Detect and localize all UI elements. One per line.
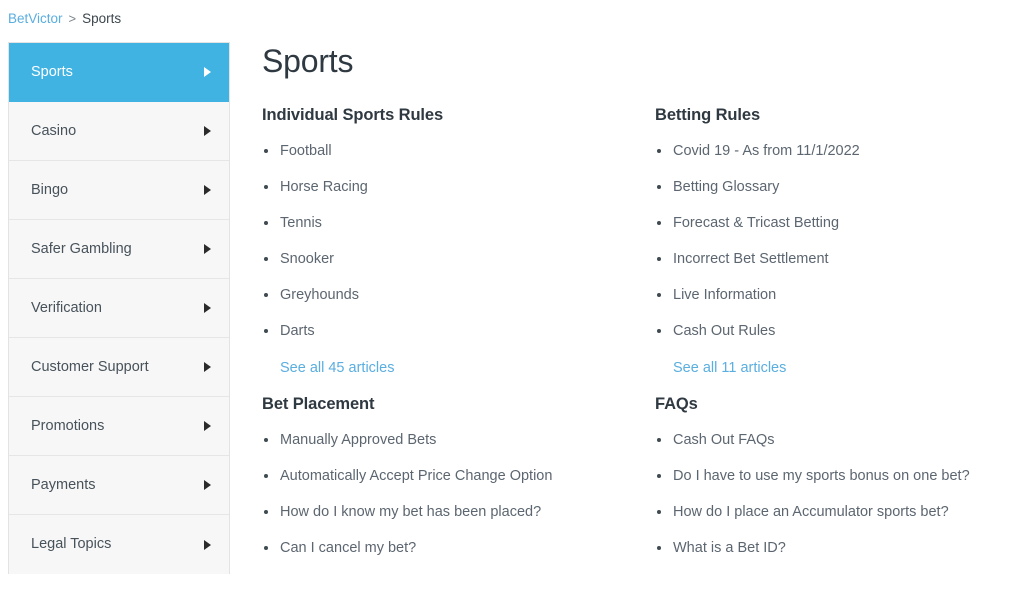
list-item: What is a Bet ID? xyxy=(655,540,1024,557)
list-item: Tennis xyxy=(262,215,631,232)
breadcrumb-separator: > xyxy=(68,11,77,26)
main-content: Sports Individual Sports Rules Football Ho… xyxy=(230,42,1024,592)
article-link[interactable]: Cash Out FAQs xyxy=(673,432,775,448)
sidebar-item-label: Bingo xyxy=(31,181,69,198)
category-section: Individual Sports Rules Football Horse Rac… xyxy=(262,104,631,393)
category-sidebar: Sports Casino Bingo Safer Gambling Verificat… xyxy=(8,42,230,574)
article-link[interactable]: Forecast & Tricast Betting xyxy=(673,215,839,231)
category-title: Betting Rules xyxy=(655,106,761,124)
article-list: Cash Out FAQs Do I have to use my sports … xyxy=(655,432,1024,557)
list-item: Cash Out Rules xyxy=(655,323,1024,340)
article-link[interactable]: How do I place an Accumulator sports bet… xyxy=(673,504,949,520)
article-link[interactable]: Live Information xyxy=(673,287,776,303)
sidebar-item-sports[interactable]: Sports xyxy=(9,43,229,102)
list-item: Snooker xyxy=(262,251,631,268)
article-link[interactable]: Snooker xyxy=(280,251,334,267)
caret-right-icon xyxy=(204,126,211,136)
list-item: Manually Approved Bets xyxy=(262,432,631,449)
sidebar-item-label: Payments xyxy=(31,476,96,493)
breadcrumb-current: Sports xyxy=(82,11,122,26)
article-link[interactable]: What is a Bet ID? xyxy=(673,540,786,556)
article-link[interactable]: Covid 19 - As from 11/1/2022 xyxy=(673,143,860,159)
sidebar-item-label: Promotions xyxy=(31,417,105,434)
list-item: How do I know my bet has been placed? xyxy=(262,504,631,521)
list-item: Darts xyxy=(262,323,631,340)
sidebar-item-casino[interactable]: Casino xyxy=(9,102,229,161)
article-link[interactable]: Football xyxy=(280,143,332,159)
list-item: Do I have to use my sports bonus on one … xyxy=(655,468,1024,485)
sidebar-item-label: Customer Support xyxy=(31,358,149,375)
article-list: Covid 19 - As from 11/1/2022 Betting Glos… xyxy=(655,143,1024,340)
sidebar-item-promotions[interactable]: Promotions xyxy=(9,397,229,456)
sidebar-item-label: Legal Topics xyxy=(31,536,112,553)
list-item: Cash Out FAQs xyxy=(655,432,1024,449)
caret-right-icon xyxy=(204,421,211,431)
list-item: Covid 19 - As from 11/1/2022 xyxy=(655,143,1024,160)
article-link[interactable]: Darts xyxy=(280,323,315,339)
article-link[interactable]: Manually Approved Bets xyxy=(280,432,436,448)
category-title: FAQs xyxy=(655,395,698,413)
article-link[interactable]: Greyhounds xyxy=(280,287,359,303)
sidebar-item-safer-gambling[interactable]: Safer Gambling xyxy=(9,220,229,279)
article-link[interactable]: Do I have to use my sports bonus on one … xyxy=(673,468,970,484)
caret-right-icon xyxy=(204,244,211,254)
article-link[interactable]: Automatically Accept Price Change Option xyxy=(280,468,552,484)
list-item: Live Information xyxy=(655,287,1024,304)
caret-right-icon xyxy=(204,303,211,313)
list-item: Incorrect Bet Settlement xyxy=(655,251,1024,268)
caret-right-icon xyxy=(204,185,211,195)
article-link[interactable]: Incorrect Bet Settlement xyxy=(673,251,829,267)
sidebar-item-verification[interactable]: Verification xyxy=(9,279,229,338)
article-link[interactable]: Tennis xyxy=(280,215,322,231)
caret-right-icon xyxy=(204,362,211,372)
category-title: Individual Sports Rules xyxy=(262,106,444,124)
article-link[interactable]: Can I cancel my bet? xyxy=(280,540,416,556)
list-item: Betting Glossary xyxy=(655,179,1024,196)
article-link[interactable]: Horse Racing xyxy=(280,179,368,195)
list-item: Automatically Accept Price Change Option xyxy=(262,468,631,485)
category-section: Bet Placement Manually Approved Bets Autom… xyxy=(262,393,631,592)
article-link[interactable]: How do I know my bet has been placed? xyxy=(280,504,541,520)
breadcrumb-link-root[interactable]: BetVictor xyxy=(8,11,63,26)
page-body: Sports Casino Bingo Safer Gambling Verificat… xyxy=(0,28,1024,592)
breadcrumb: BetVictor > Sports xyxy=(0,0,1024,28)
article-link[interactable]: Betting Glossary xyxy=(673,179,779,195)
article-list: Manually Approved Bets Automatically Acce… xyxy=(262,432,631,557)
category-grid: Individual Sports Rules Football Horse Rac… xyxy=(262,104,1024,592)
sidebar-item-label: Sports xyxy=(31,63,73,80)
category-section: Betting Rules Covid 19 - As from 11/1/202… xyxy=(655,104,1024,393)
article-list: Football Horse Racing Tennis Snooker Greyhou… xyxy=(262,143,631,340)
sidebar-item-bingo[interactable]: Bingo xyxy=(9,161,229,220)
sidebar-item-customer-support[interactable]: Customer Support xyxy=(9,338,229,397)
category-section: FAQs Cash Out FAQs Do I have to use my spo… xyxy=(655,393,1024,592)
list-item: Football xyxy=(262,143,631,160)
see-all-articles-link[interactable]: See all 11 articles xyxy=(655,360,786,377)
sidebar-item-label: Verification xyxy=(31,299,102,316)
sidebar-item-label: Casino xyxy=(31,122,77,139)
list-item: Horse Racing xyxy=(262,179,631,196)
list-item: How do I place an Accumulator sports bet… xyxy=(655,504,1024,521)
sidebar-item-label: Safer Gambling xyxy=(31,240,132,257)
list-item: Can I cancel my bet? xyxy=(262,540,631,557)
category-title: Bet Placement xyxy=(262,395,375,413)
caret-right-icon xyxy=(204,539,211,550)
see-all-articles-link[interactable]: See all 45 articles xyxy=(262,360,394,377)
sidebar-item-legal-topics[interactable]: Legal Topics xyxy=(9,515,229,574)
list-item: Forecast & Tricast Betting xyxy=(655,215,1024,232)
page-title: Sports xyxy=(262,43,354,79)
caret-right-icon xyxy=(204,480,211,490)
caret-right-icon xyxy=(204,67,211,77)
article-link[interactable]: Cash Out Rules xyxy=(673,323,775,339)
sidebar-item-payments[interactable]: Payments xyxy=(9,456,229,515)
list-item: Greyhounds xyxy=(262,287,631,304)
